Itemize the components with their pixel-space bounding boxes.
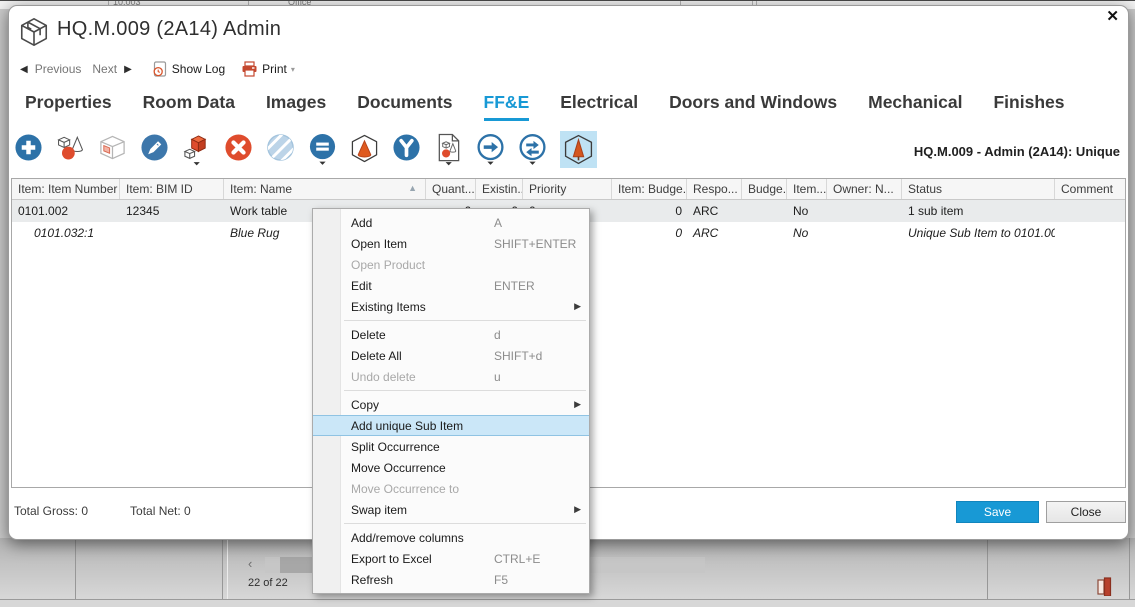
items-icon[interactable] [56,133,85,167]
menu-separator [344,320,586,321]
col-quantity[interactable]: Quant... [426,179,476,199]
record-count: 22 of 22 [248,577,288,589]
menu-item-split-occurrence[interactable]: Split Occurrence [313,436,589,457]
scroll-left-icon[interactable]: ‹ [248,556,252,571]
occurrence-icon[interactable] [350,133,379,167]
col-existing[interactable]: Existin... [476,179,523,199]
product-icon[interactable] [98,133,127,167]
menu-item-swap-item[interactable]: Swap item ▶ [313,499,589,520]
drofus-logo-icon [18,16,50,53]
menu-item-edit[interactable]: Edit ENTER [313,275,589,296]
col-responsible[interactable]: Respo... [687,179,742,199]
set-quantity-icon[interactable] [308,133,337,167]
col-status[interactable]: Status [902,179,1055,199]
tab-bar: Properties Room Data Images Documents FF… [25,92,1064,121]
menu-item-add-remove-columns[interactable]: Add/remove columns [313,527,589,548]
save-button[interactable]: Save [956,501,1039,523]
swap-icon[interactable] [518,133,547,167]
door-icon [1096,576,1114,601]
totals-bar: Total Gross: 0 Total Net: 0 [14,504,191,518]
menu-item-move-occurrence-to: Move Occurrence to [313,478,589,499]
menu-item-undo-delete: Undo delete u [313,366,589,387]
col-item[interactable]: Item... [787,179,827,199]
menu-item-refresh[interactable]: Refresh F5 [313,569,589,590]
tab-room-data[interactable]: Room Data [143,92,235,121]
submenu-arrow-icon: ▶ [574,399,581,410]
menu-item-existing-items[interactable]: Existing Items ▶ [313,296,589,317]
menu-item-export-to-excel[interactable]: Export to Excel CTRL+E [313,548,589,569]
ffe-toolbar [14,133,597,173]
menu-item-open-product: Open Product [313,254,589,275]
next-button[interactable]: Next [92,62,117,76]
tab-properties[interactable]: Properties [25,92,112,121]
context-caption: HQ.M.009 - Admin (2A14): Unique [914,144,1120,159]
menu-item-add[interactable]: Add A [313,212,589,233]
tab-mechanical[interactable]: Mechanical [868,92,962,121]
submenu-arrow-icon: ▶ [574,301,581,312]
tab-images[interactable]: Images [266,92,326,121]
print-icon [241,61,258,77]
menu-item-open-item[interactable]: Open Item SHIFT+ENTER [313,233,589,254]
tab-doors-and-windows[interactable]: Doors and Windows [669,92,837,121]
total-net: Total Net: 0 [130,504,191,518]
print-button[interactable]: Print ▾ [241,61,295,77]
item-report-icon[interactable] [434,133,463,167]
tab-documents[interactable]: Documents [357,92,452,121]
previous-arrow-icon[interactable]: ◀ [20,64,28,75]
next-arrow-icon[interactable]: ▶ [124,64,132,75]
close-icon[interactable]: ✕ [1106,8,1119,26]
menu-separator [344,523,586,524]
dialog-toolbar-row: ◀ Previous Next ▶ Show Log Print [16,61,295,77]
screen: 10.003 Office ‹ 22 of 22 ✕ HQ.M.009 [0,0,1135,607]
table-header-row: Item: Item Number Item: BIM ID Item: Nam… [12,179,1125,200]
col-item-number[interactable]: Item: Item Number [12,179,120,199]
delete-icon[interactable] [224,133,253,167]
disabled-placeholder-icon [266,133,295,167]
sort-ascending-icon: ▲ [408,183,417,193]
show-log-button[interactable]: Show Log [152,61,225,77]
col-owner[interactable]: Owner: N... [827,179,902,199]
move-icon[interactable] [476,133,505,167]
previous-button[interactable]: Previous [35,62,82,76]
close-button[interactable]: Close [1046,501,1126,523]
menu-item-delete[interactable]: Delete d [313,324,589,345]
print-caret-icon[interactable]: ▾ [291,65,295,74]
edit-icon[interactable] [140,133,169,167]
dialog-title: HQ.M.009 (2A14) Admin [57,18,281,41]
tab-finishes[interactable]: Finishes [993,92,1064,121]
split-icon[interactable] [392,133,421,167]
col-budget[interactable]: Item: Budge... [612,179,687,199]
context-menu: Add A Open Item SHIFT+ENTER Open Product… [312,208,590,594]
col-name[interactable]: Item: Name ▲ [224,179,426,199]
col-budget2[interactable]: Budge... [742,179,787,199]
unique-occurrence-icon[interactable] [560,131,597,168]
menu-item-move-occurrence[interactable]: Move Occurrence [313,457,589,478]
add-icon[interactable] [14,133,43,167]
menu-separator [344,390,586,391]
log-clock-icon [152,61,168,77]
submenu-arrow-icon: ▶ [574,504,581,515]
col-priority[interactable]: Priority [523,179,612,199]
total-gross: Total Gross: 0 [14,504,88,518]
menu-item-add-unique-sub-item[interactable]: Add unique Sub Item [313,415,589,436]
menu-item-delete-all[interactable]: Delete All SHIFT+d [313,345,589,366]
tab-ffe[interactable]: FF&E [484,92,530,121]
tab-electrical[interactable]: Electrical [560,92,638,121]
col-bim-id[interactable]: Item: BIM ID [120,179,224,199]
menu-item-copy[interactable]: Copy ▶ [313,394,589,415]
add-sub-item-icon[interactable] [182,133,211,167]
col-comment[interactable]: Comment [1055,179,1125,199]
